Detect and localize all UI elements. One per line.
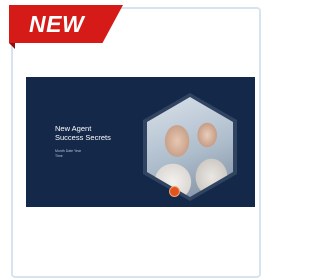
new-badge-fold [9, 43, 15, 49]
accent-dot [169, 186, 180, 197]
thumbnail-title: New Agent Success Secrets [55, 124, 125, 142]
thumbnail-subtitle-line2: Time [55, 154, 63, 158]
card-thumbnail[interactable]: New Agent Success Secrets Month Date Yea… [26, 77, 255, 207]
thumbnail-title-line1: New Agent [55, 124, 92, 133]
thumbnail-title-line2: Success Secrets [55, 133, 111, 142]
new-badge: NEW [9, 5, 123, 49]
thumbnail-subtitle: Month Date Year Time [55, 149, 105, 159]
new-badge-label: NEW [29, 11, 85, 37]
